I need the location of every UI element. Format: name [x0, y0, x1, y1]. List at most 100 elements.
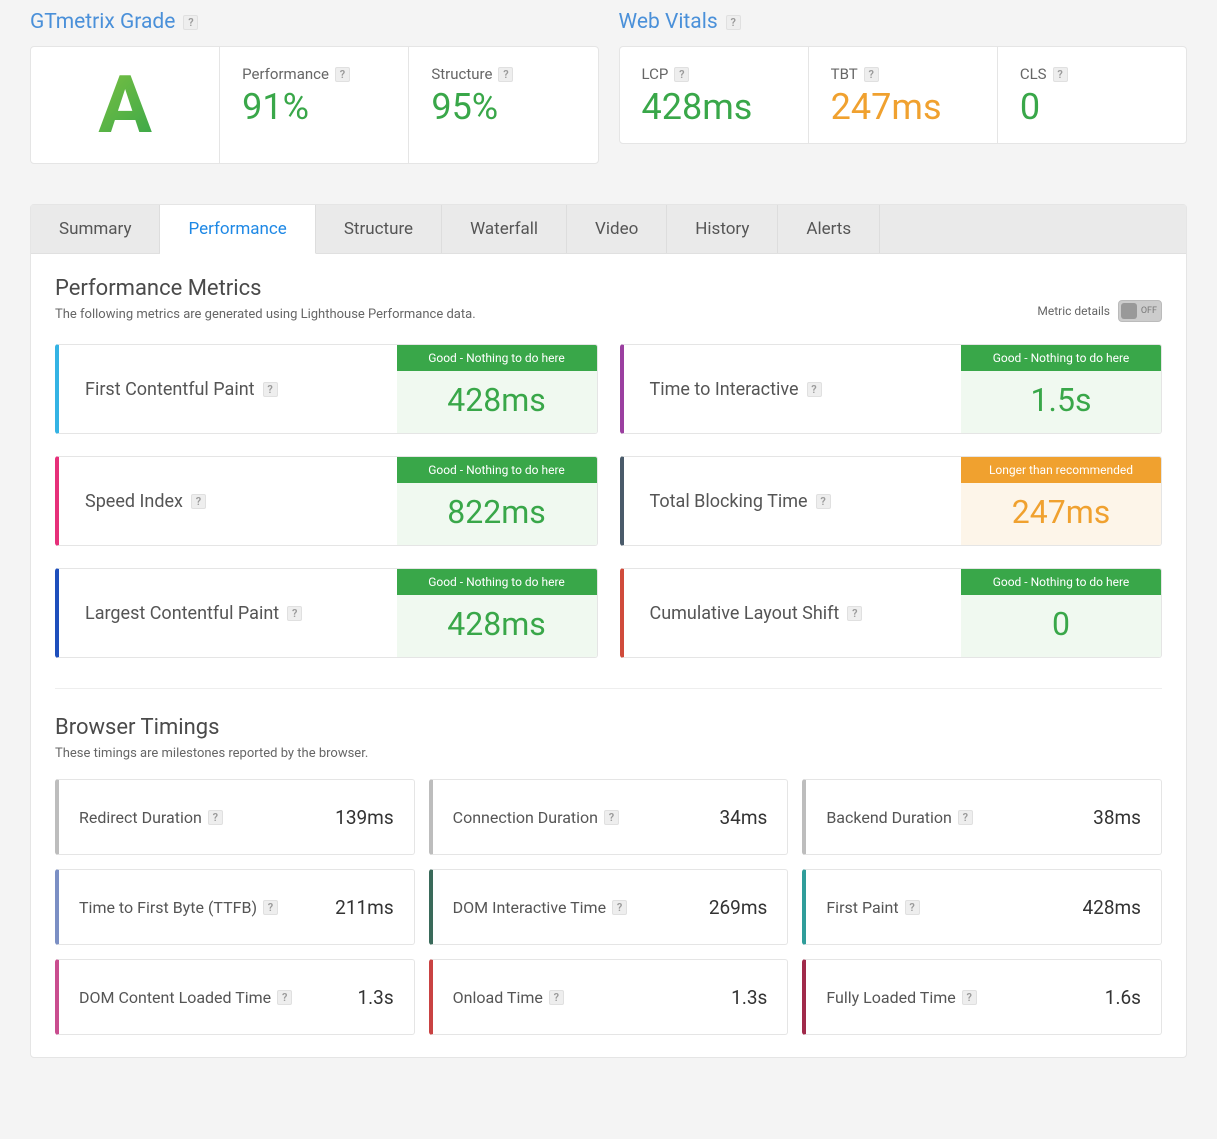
vitals-card: LCP ? 428ms TBT ? 247ms CLS ? 0 — [619, 46, 1188, 144]
help-icon[interactable]: ? — [335, 67, 350, 82]
browser-timing-name: Redirect Duration — [79, 808, 202, 827]
help-icon[interactable]: ? — [612, 900, 627, 915]
tab-history[interactable]: History — [667, 205, 778, 253]
browser-timing-card[interactable]: Onload Time ?1.3s — [429, 959, 789, 1035]
tab-structure[interactable]: Structure — [316, 205, 442, 253]
main-panel: Summary Performance Structure Waterfall … — [30, 204, 1187, 1058]
metric-name-text: First Contentful Paint — [85, 379, 255, 400]
metric-toggle-label: Metric details — [1037, 304, 1110, 318]
metric-name: Time to Interactive ? — [650, 379, 822, 400]
help-icon[interactable]: ? — [263, 382, 278, 397]
browser-timing-label: Connection Duration ? — [453, 808, 619, 827]
metric-card[interactable]: Time to Interactive ? Good - Nothing to d… — [620, 344, 1163, 434]
lcp-label-text: LCP — [642, 65, 669, 83]
browser-timing-value: 139ms — [335, 806, 394, 829]
tab-summary[interactable]: Summary — [31, 205, 160, 253]
metric-right: Good - Nothing to do here428ms — [397, 345, 597, 433]
help-icon[interactable]: ? — [674, 67, 689, 82]
metric-name: Speed Index ? — [85, 491, 206, 512]
performance-metrics-grid: First Contentful Paint ?Good - Nothing t… — [55, 344, 1162, 658]
metric-left: Speed Index ? — [59, 457, 397, 545]
metric-status: Good - Nothing to do here — [397, 457, 597, 483]
perf-metrics-header: Performance Metrics The following metric… — [55, 276, 1162, 322]
help-icon[interactable]: ? — [958, 810, 973, 825]
cls-value: 0 — [1020, 89, 1164, 125]
browser-timing-label: Backend Duration ? — [826, 808, 973, 827]
browser-timing-card[interactable]: Fully Loaded Time ?1.6s — [802, 959, 1162, 1035]
help-icon[interactable]: ? — [549, 990, 564, 1005]
vitals-column: Web Vitals ? LCP ? 428ms TBT ? 247ms C — [619, 10, 1188, 164]
help-icon[interactable]: ? — [191, 494, 206, 509]
help-icon[interactable]: ? — [807, 382, 822, 397]
browser-timing-card[interactable]: DOM Content Loaded Time ?1.3s — [55, 959, 415, 1035]
metric-status: Good - Nothing to do here — [961, 569, 1161, 595]
help-icon[interactable]: ? — [263, 900, 278, 915]
metric-value: 428ms — [397, 371, 597, 433]
metric-details-toggle[interactable]: OFF — [1118, 300, 1162, 322]
metric-left: Cumulative Layout Shift ? — [624, 569, 962, 657]
grade-column: GTmetrix Grade ? A Performance ? 91% Str… — [30, 10, 599, 164]
browser-timing-label: Onload Time ? — [453, 988, 564, 1007]
metric-right: Longer than recommended247ms — [961, 457, 1161, 545]
browser-timing-name: DOM Interactive Time — [453, 898, 606, 917]
browser-timing-name: Backend Duration — [826, 808, 952, 827]
tbt-value: 247ms — [831, 89, 975, 125]
help-icon[interactable]: ? — [277, 990, 292, 1005]
performance-cell: Performance ? 91% — [220, 47, 409, 163]
tab-alerts[interactable]: Alerts — [778, 205, 880, 253]
metric-details-toggle-wrap: Metric details OFF — [1037, 300, 1162, 322]
help-icon[interactable]: ? — [726, 15, 741, 30]
metric-status: Good - Nothing to do here — [961, 345, 1161, 371]
metric-name-text: Time to Interactive — [650, 379, 799, 400]
help-icon[interactable]: ? — [183, 15, 198, 30]
grade-title-text: GTmetrix Grade — [30, 10, 175, 34]
browser-timing-card[interactable]: DOM Interactive Time ?269ms — [429, 869, 789, 945]
browser-timing-label: Time to First Byte (TTFB) ? — [79, 898, 278, 917]
metric-name-text: Speed Index — [85, 491, 183, 512]
browser-timing-card[interactable]: Time to First Byte (TTFB) ?211ms — [55, 869, 415, 945]
browser-timing-card[interactable]: First Paint ?428ms — [802, 869, 1162, 945]
metric-name-text: Cumulative Layout Shift — [650, 603, 840, 624]
vitals-title: Web Vitals ? — [619, 10, 1188, 34]
help-icon[interactable]: ? — [816, 494, 831, 509]
tab-waterfall[interactable]: Waterfall — [442, 205, 567, 253]
metric-left: Largest Contentful Paint ? — [59, 569, 397, 657]
browser-timing-name: First Paint — [826, 898, 898, 917]
metric-status: Good - Nothing to do here — [397, 569, 597, 595]
browser-timings-sub: These timings are milestones reported by… — [55, 746, 1162, 761]
tbt-label: TBT ? — [831, 65, 975, 83]
browser-timing-card[interactable]: Backend Duration ?38ms — [802, 779, 1162, 855]
metric-card[interactable]: Cumulative Layout Shift ?Good - Nothing … — [620, 568, 1163, 658]
metric-left: First Contentful Paint ? — [59, 345, 397, 433]
metric-card[interactable]: Largest Contentful Paint ?Good - Nothing… — [55, 568, 598, 658]
metric-value: 1.5s — [961, 371, 1161, 433]
tab-bar: Summary Performance Structure Waterfall … — [31, 205, 1186, 254]
metric-card[interactable]: Speed Index ? Good - Nothing to do here82… — [55, 456, 598, 546]
help-icon[interactable]: ? — [208, 810, 223, 825]
help-icon[interactable]: ? — [498, 67, 513, 82]
browser-timing-label: DOM Interactive Time ? — [453, 898, 627, 917]
browser-timing-card[interactable]: Connection Duration ?34ms — [429, 779, 789, 855]
lcp-cell: LCP ? 428ms — [620, 47, 809, 143]
browser-timings-grid: Redirect Duration ? 139ms Connection Durat… — [55, 779, 1162, 1035]
perf-metrics-sub: The following metrics are generated usin… — [55, 307, 476, 322]
help-icon[interactable]: ? — [1053, 67, 1068, 82]
metric-card[interactable]: First Contentful Paint ?Good - Nothing t… — [55, 344, 598, 434]
help-icon[interactable]: ? — [864, 67, 879, 82]
toggle-value: OFF — [1141, 306, 1157, 316]
tab-performance[interactable]: Performance — [160, 205, 315, 254]
browser-timing-card[interactable]: Redirect Duration ? 139ms — [55, 779, 415, 855]
metric-right: Good - Nothing to do here1.5s — [961, 345, 1161, 433]
browser-timing-name: Onload Time — [453, 988, 543, 1007]
metric-right: Good - Nothing to do here822ms — [397, 457, 597, 545]
tab-video[interactable]: Video — [567, 205, 667, 253]
help-icon[interactable]: ? — [847, 606, 862, 621]
structure-cell: Structure ? 95% — [409, 47, 597, 163]
browser-timing-name: Time to First Byte (TTFB) — [79, 898, 257, 917]
help-icon[interactable]: ? — [287, 606, 302, 621]
help-icon[interactable]: ? — [604, 810, 619, 825]
metric-card[interactable]: Total Blocking Time ?Longer than recomme… — [620, 456, 1163, 546]
browser-timing-name: Fully Loaded Time — [826, 988, 955, 1007]
help-icon[interactable]: ? — [962, 990, 977, 1005]
help-icon[interactable]: ? — [905, 900, 920, 915]
